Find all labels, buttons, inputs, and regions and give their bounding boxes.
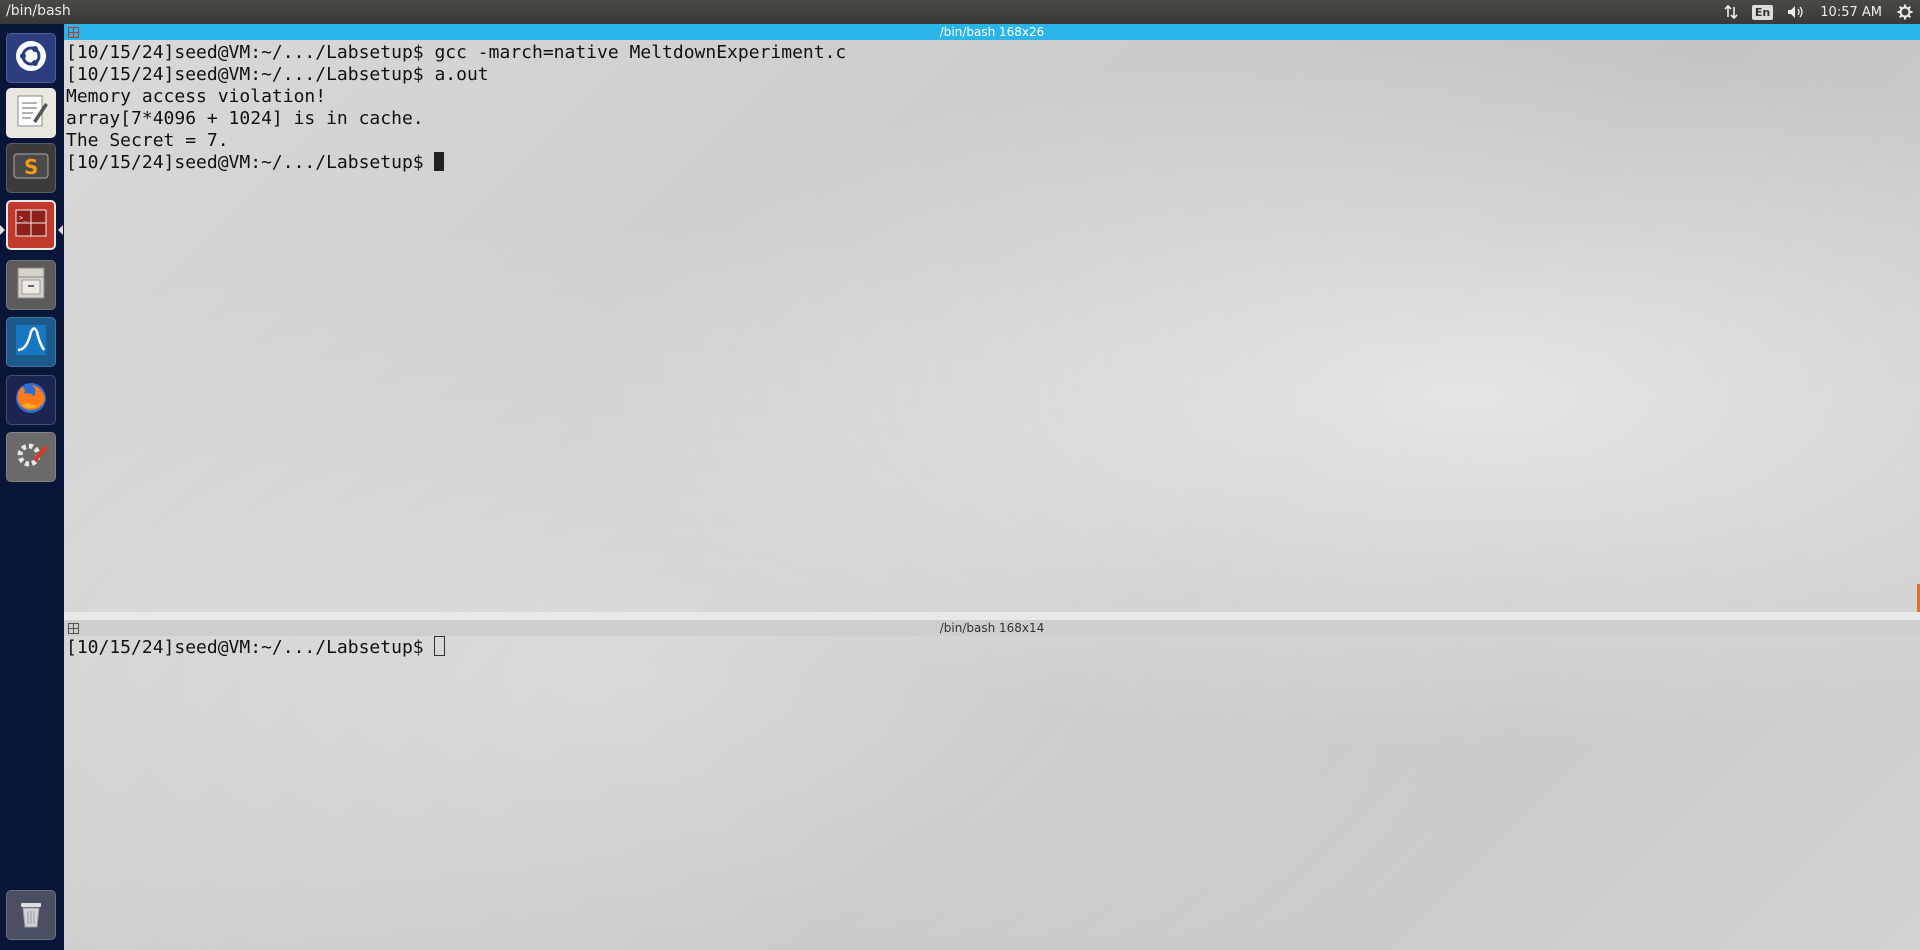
terminal-line: [10/15/24]seed@VM:~/.../Labsetup$ a.out (66, 64, 489, 85)
terminal-window: /bin/bash 168x26 [10/15/24]seed@VM:~/...… (64, 24, 1920, 950)
volume-icon[interactable] (1780, 0, 1812, 24)
terminal-line: Memory access violation! (66, 86, 327, 107)
pane-titlebar-bottom[interactable]: /bin/bash 168x14 (64, 620, 1920, 636)
top-panel: /bin/bash En 10:57 AM (0, 0, 1920, 24)
shell-prompt: [10/15/24]seed@VM:~/.../Labsetup$ (66, 152, 435, 173)
trash-icon (13, 895, 49, 935)
launcher-item-wireshark[interactable] (6, 317, 56, 367)
firefox-icon (12, 379, 50, 421)
window-title: /bin/bash (6, 3, 71, 19)
ubuntu-logo-icon (13, 38, 49, 78)
launcher-item-firefox[interactable] (6, 375, 56, 425)
terminal-line: array[7*4096 + 1024] is in cache. (66, 108, 424, 129)
launcher: S >_ (0, 24, 65, 950)
launcher-item-files[interactable] (6, 260, 56, 310)
running-indicator (0, 225, 5, 235)
network-indicator-icon[interactable] (1717, 0, 1745, 24)
keyboard-language-indicator[interactable]: En (1745, 0, 1780, 24)
launcher-item-ubuntu-dash[interactable] (6, 33, 56, 83)
terminal-line: The Secret = 7. (66, 130, 229, 151)
launcher-item-terminator[interactable]: >_ (6, 200, 56, 250)
sublime-text-icon: S (12, 148, 50, 188)
pane-title: /bin/bash 168x26 (939, 25, 1045, 39)
file-cabinet-icon (13, 265, 49, 305)
launcher-item-text-editor[interactable] (6, 88, 56, 138)
launcher-item-sublime-text[interactable]: S (6, 143, 56, 193)
launcher-item-trash[interactable] (6, 890, 56, 940)
text-cursor (434, 636, 446, 656)
terminal-pane-top[interactable]: [10/15/24]seed@VM:~/.../Labsetup$ gcc -m… (66, 42, 1920, 612)
text-cursor (434, 152, 445, 171)
pane-titlebar-top[interactable]: /bin/bash 168x26 (64, 24, 1920, 40)
indicator-area: En 10:57 AM (1717, 0, 1920, 24)
clock[interactable]: 10:57 AM (1812, 0, 1890, 24)
settings-gear-icon (13, 437, 49, 477)
terminator-icon: >_ (13, 205, 49, 245)
launcher-item-system-settings[interactable] (6, 432, 56, 482)
pane-title: /bin/bash 168x14 (939, 621, 1045, 635)
svg-text:S: S (24, 155, 38, 179)
terminal-prompt-line[interactable]: [10/15/24]seed@VM:~/.../Labsetup$ (66, 636, 1920, 659)
session-gear-icon[interactable] (1890, 0, 1920, 24)
wireshark-icon (13, 322, 49, 362)
terminal-pane-bottom[interactable]: [10/15/24]seed@VM:~/.../Labsetup$ (66, 636, 1920, 946)
pane-divider-handle[interactable] (64, 612, 1920, 620)
terminal-line: [10/15/24]seed@VM:~/.../Labsetup$ gcc -m… (66, 42, 847, 63)
terminal-prompt-line[interactable]: [10/15/24]seed@VM:~/.../Labsetup$ (66, 152, 1920, 174)
text-editor-icon (13, 93, 49, 133)
pane-group-icon[interactable] (68, 622, 79, 634)
svg-text:>_: >_ (19, 214, 28, 222)
shell-prompt: [10/15/24]seed@VM:~/.../Labsetup$ (66, 637, 435, 658)
pane-group-icon[interactable] (68, 26, 79, 38)
language-badge: En (1751, 4, 1774, 20)
focused-indicator (58, 225, 63, 235)
